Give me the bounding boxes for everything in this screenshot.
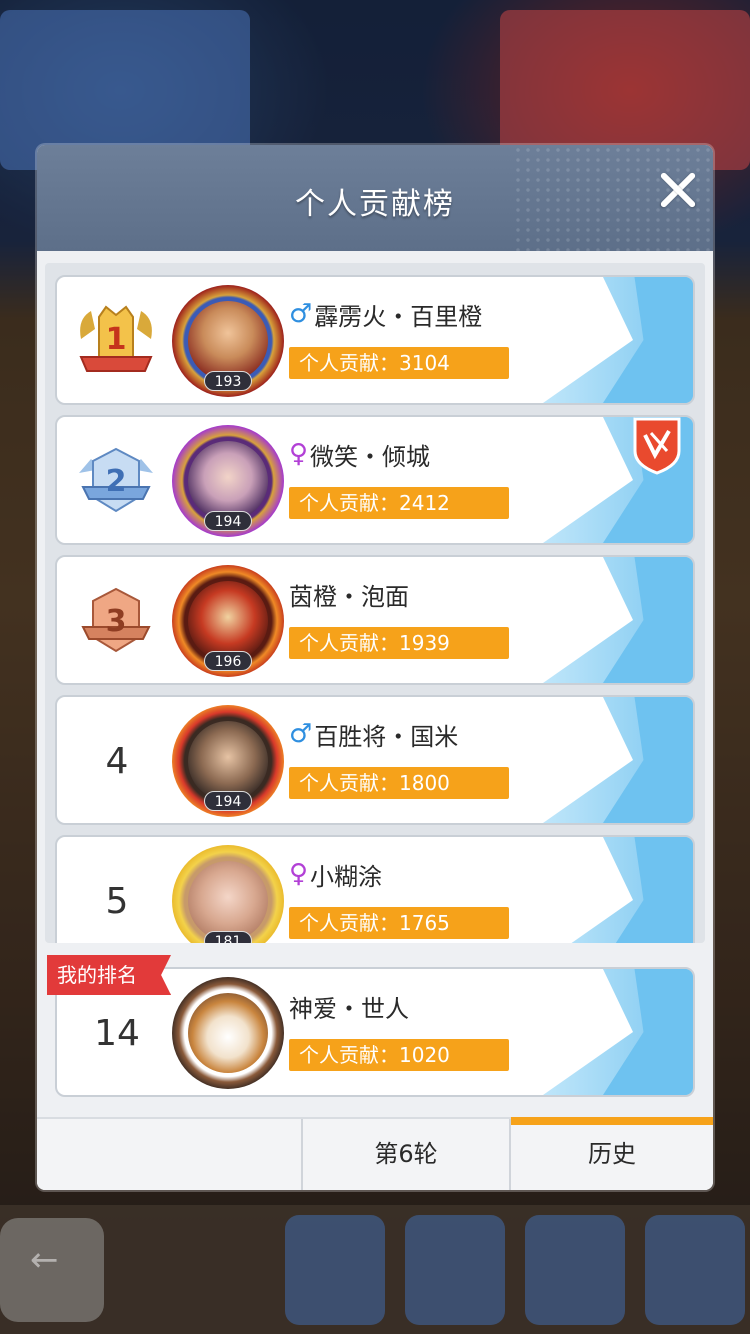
leaderboard-row-2[interactable]: 2 194 ♀ 微笑・倾城 个人贡献：2412 [55, 415, 695, 545]
contribution-bar: 个人贡献：1939 [289, 627, 509, 659]
gold-medal-icon: 1 [79, 305, 153, 372]
player-avatar[interactable]: 193 [172, 285, 284, 397]
shield-badge-icon [633, 417, 681, 475]
tab-round[interactable]: 第6轮 [301, 1119, 509, 1190]
bronze-medal-icon: 3 [81, 587, 151, 653]
modal-header: 个人贡献榜 [37, 145, 713, 251]
contribution-bar: 个人贡献：1800 [289, 767, 509, 799]
back-arrow-icon: ← [30, 1240, 59, 1280]
male-icon: ♂ [289, 719, 313, 749]
player-avatar[interactable]: 196 [172, 565, 284, 677]
rank-number: 4 [105, 741, 129, 782]
silver-medal-icon: 2 [79, 447, 153, 513]
leaderboard-row-3[interactable]: 3 196 茵橙・泡面 个人贡献：1939 [55, 555, 695, 685]
contribution-bar: 个人贡献：1765 [289, 907, 509, 939]
leaderboard-row-5[interactable]: 5 181 ♀ 小糊涂 个人贡献：1765 [55, 835, 695, 943]
player-avatar[interactable]: 194 [172, 705, 284, 817]
avatar-image [188, 581, 268, 661]
level-badge: 194 [204, 511, 252, 531]
player-name: 百胜将・国米 [314, 722, 459, 751]
contribution-leaderboard-modal: 个人贡献榜 1 193 ♂ 霹雳火・百里橙 个人贡献：3104 2 194 ♀ … [37, 145, 713, 1190]
level-badge: 194 [204, 791, 252, 811]
modal-title: 个人贡献榜 [295, 187, 455, 222]
tab-empty [37, 1119, 301, 1190]
player-name: 小糊涂 [310, 862, 383, 891]
leaderboard-row-4[interactable]: 4 194 ♂ 百胜将・国米 个人贡献：1800 [55, 695, 695, 825]
player-name: 霹雳火・百里橙 [314, 302, 483, 331]
level-badge: 196 [204, 651, 252, 671]
background-back-button: ← [0, 1218, 104, 1322]
avatar-image [188, 721, 268, 801]
avatar-image [188, 441, 268, 521]
active-tab-indicator [511, 1117, 713, 1125]
contribution-bar: 个人贡献：3104 [289, 347, 509, 379]
background-action-button-1 [285, 1215, 385, 1325]
player-name: 茵橙・泡面 [289, 582, 409, 611]
male-icon: ♂ [289, 299, 313, 329]
avatar-image [188, 301, 268, 381]
level-badge: 193 [204, 371, 252, 391]
female-icon: ♀ [289, 859, 309, 889]
player-name: 神爱・世人 [289, 994, 409, 1023]
rank-number: 5 [105, 881, 129, 922]
my-avatar[interactable] [172, 977, 284, 1089]
footer-tabs: 第6轮 历史 [37, 1117, 713, 1190]
avatar-image [188, 993, 268, 1073]
player-name: 微笑・倾城 [310, 442, 431, 471]
background-action-button-2 [405, 1215, 505, 1325]
close-icon[interactable] [655, 167, 699, 211]
leaderboard-row-1[interactable]: 1 193 ♂ 霹雳火・百里橙 个人贡献：3104 [55, 275, 695, 405]
player-name-line: ♂ 百胜将・国米 [289, 717, 458, 751]
svg-text:2: 2 [106, 464, 127, 499]
avatar-image [188, 861, 268, 941]
leaderboard-list[interactable]: 1 193 ♂ 霹雳火・百里橙 个人贡献：3104 2 194 ♀ 微笑・倾城 … [45, 263, 705, 943]
player-name-line: 茵橙・泡面 [289, 577, 409, 611]
level-badge: 181 [204, 931, 252, 943]
contribution-bar: 个人贡献：2412 [289, 487, 509, 519]
contribution-bar: 个人贡献：1020 [289, 1039, 509, 1071]
background-action-button-4 [645, 1215, 745, 1325]
player-name-line: ♀ 小糊涂 [289, 857, 382, 891]
female-icon: ♀ [289, 439, 309, 469]
tab-history[interactable]: 历史 [509, 1117, 713, 1190]
svg-text:3: 3 [106, 604, 127, 639]
svg-text:1: 1 [106, 322, 127, 357]
player-avatar[interactable]: 194 [172, 425, 284, 537]
tab-history-label: 历史 [588, 1140, 636, 1168]
player-name-line: ♂ 霹雳火・百里橙 [289, 297, 482, 331]
my-rank-tag: 我的排名 [47, 955, 171, 995]
player-name-line: ♀ 微笑・倾城 [289, 437, 430, 471]
player-avatar[interactable]: 181 [172, 845, 284, 943]
player-name-line: 神爱・世人 [289, 989, 409, 1023]
background-action-button-3 [525, 1215, 625, 1325]
